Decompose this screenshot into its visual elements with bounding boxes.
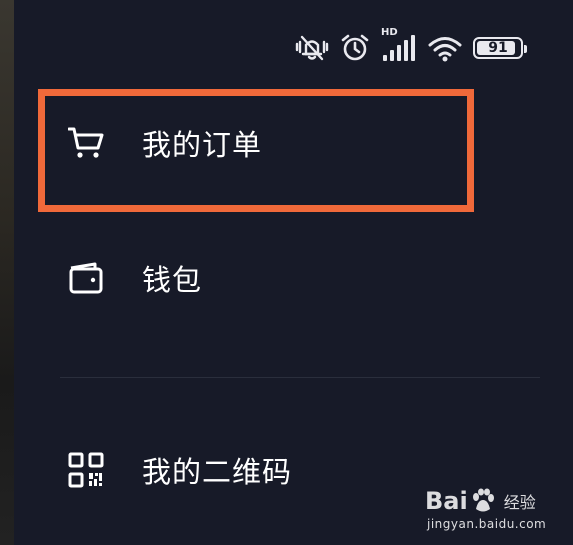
background-photo-edge [0, 0, 14, 545]
signal-hd-tag: HD [381, 27, 398, 38]
battery-icon: 91 [473, 37, 527, 59]
highlight-annotation-box [38, 89, 474, 212]
menu-item-label: 我的二维码 [142, 455, 293, 489]
battery-percent: 91 [488, 40, 508, 56]
watermark-url: jingyan.baidu.com [427, 517, 547, 531]
wallet-icon [68, 260, 104, 296]
alarm-icon [339, 33, 371, 63]
baidu-jingyan-watermark: Bai 经验 jingyan.baidu.com [425, 487, 555, 537]
wifi-icon [427, 33, 463, 63]
watermark-brand-suffix: 经验 [503, 493, 536, 512]
menu-item-wallet[interactable]: 钱包 [68, 252, 202, 304]
signal-icon: HD [381, 27, 417, 63]
menu-item-my-qrcode[interactable]: 我的二维码 [68, 444, 292, 496]
menu-item-label: 钱包 [142, 263, 203, 297]
qrcode-icon [68, 452, 104, 488]
vibrate-mute-icon [295, 33, 329, 63]
menu-divider [60, 377, 540, 378]
status-bar: HD 91 [295, 27, 527, 68]
baidu-paw-icon [470, 488, 496, 514]
watermark-brand: Bai [425, 487, 468, 515]
